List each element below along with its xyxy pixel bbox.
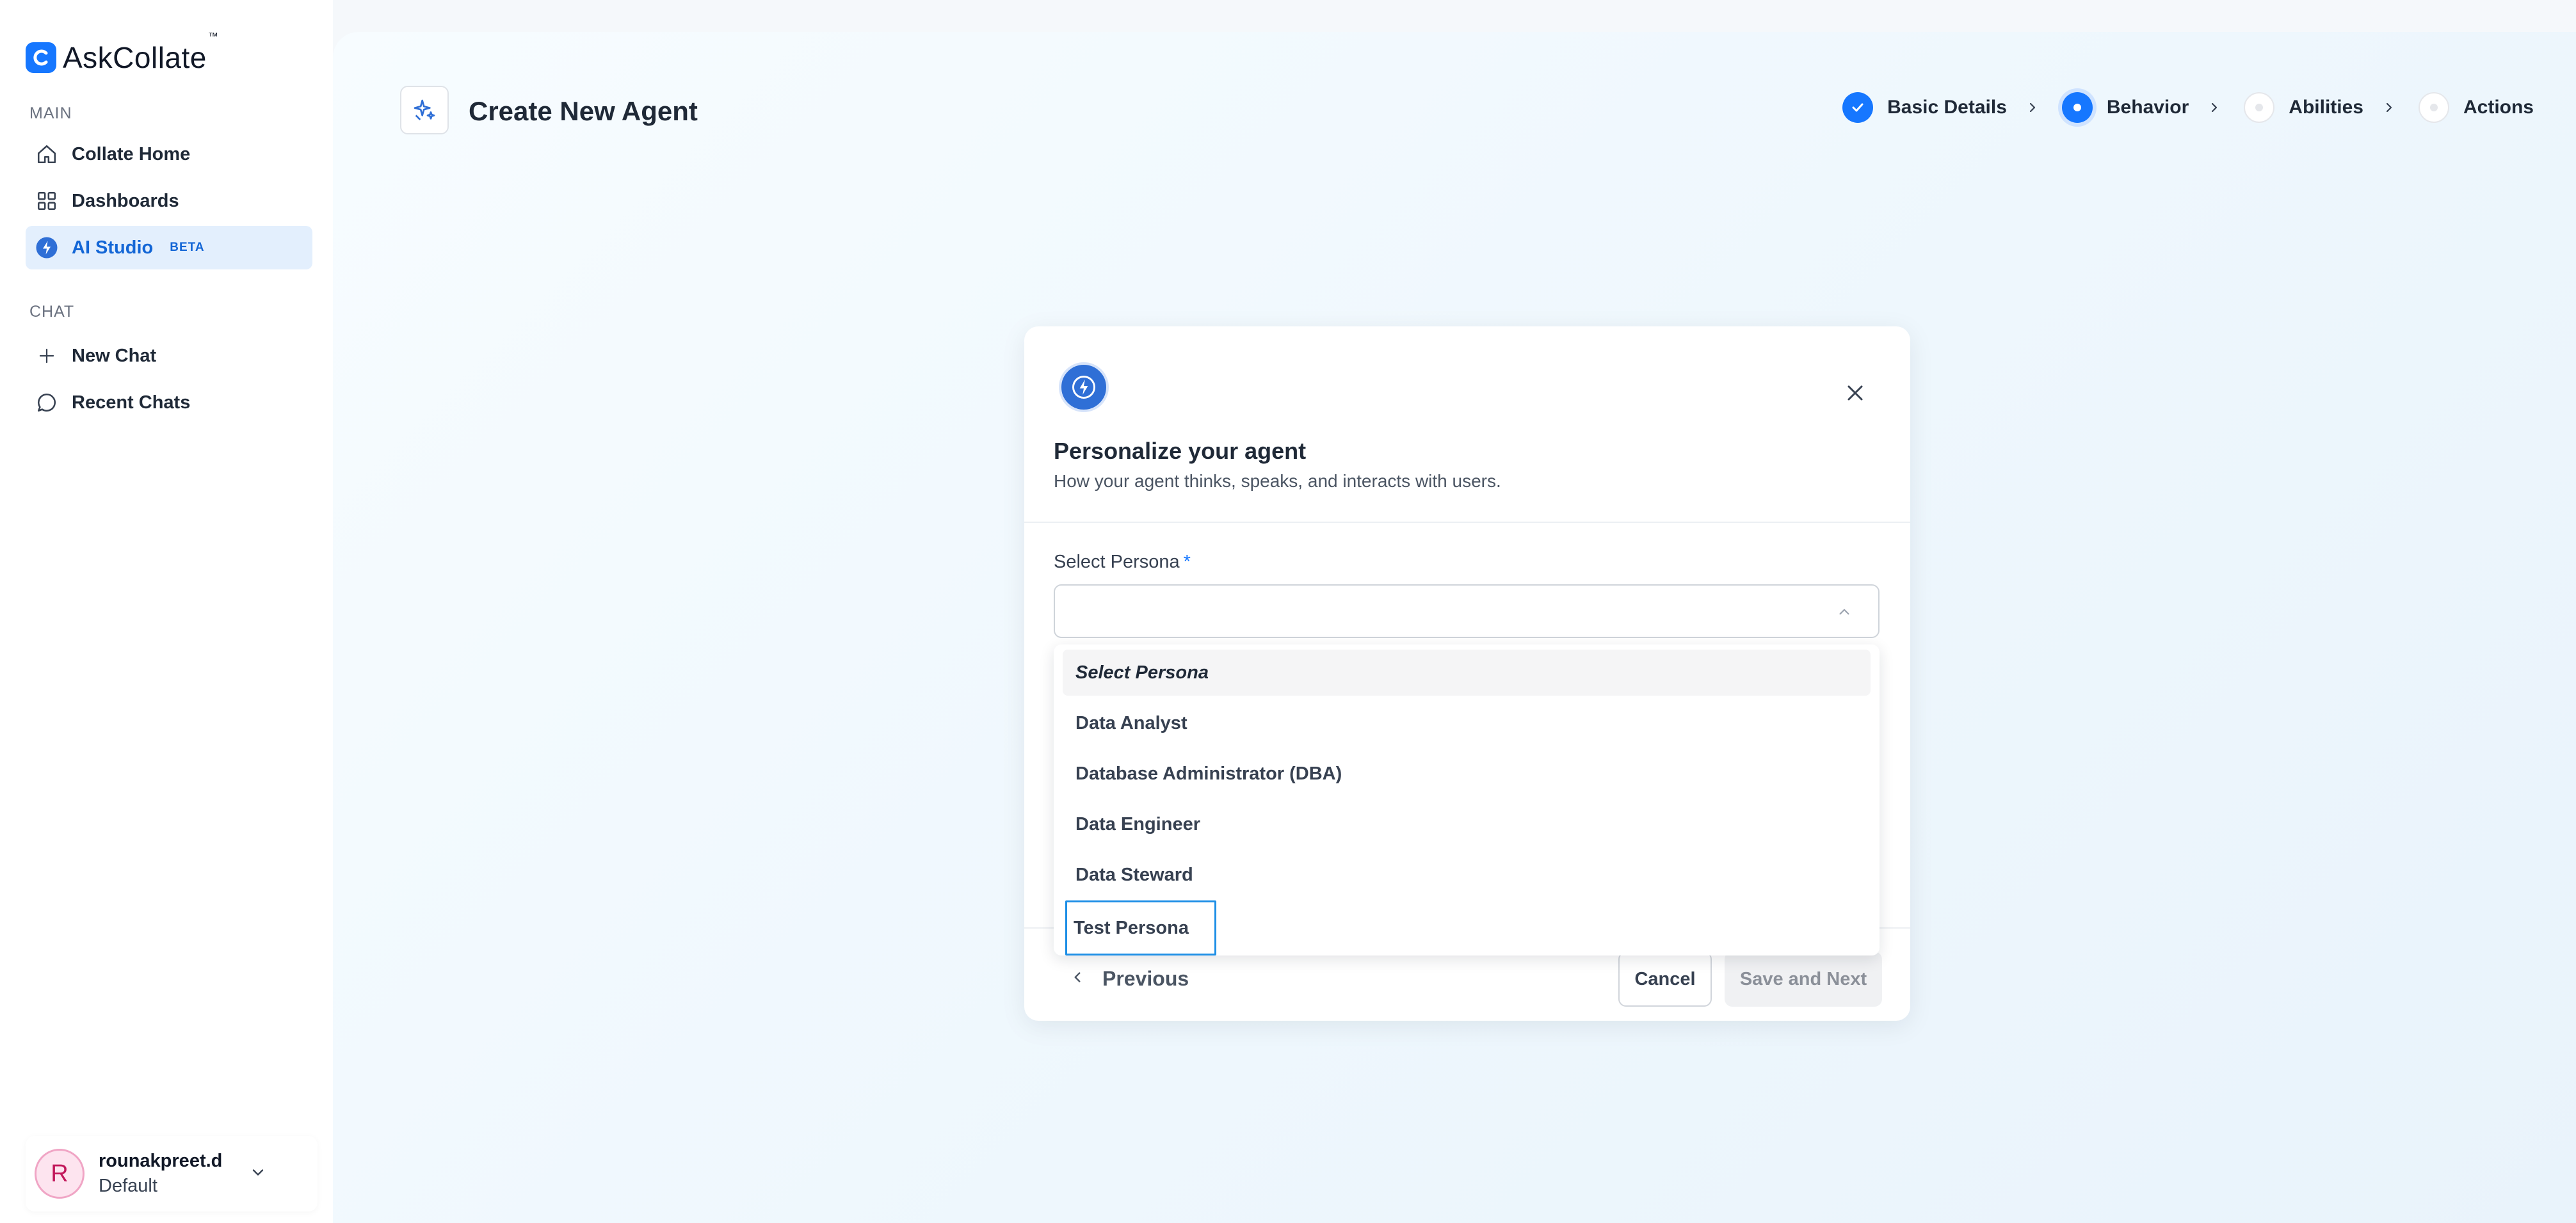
user-details: rounakpreet.d Default <box>99 1151 222 1197</box>
step-label: Actions <box>2463 97 2534 118</box>
personalize-agent-modal: Personalize your agent How your agent th… <box>1024 326 1910 1021</box>
pending-step-icon <box>2244 92 2275 123</box>
sparkle-icon <box>400 86 449 134</box>
chat-section-label: CHAT <box>29 303 75 321</box>
persona-select[interactable] <box>1054 584 1880 638</box>
ai-studio-icon <box>35 236 59 260</box>
sidebar-item-label: AI Studio <box>72 237 154 258</box>
chevron-right-icon <box>2025 100 2040 115</box>
plus-icon <box>35 344 59 368</box>
chat-bubble-icon <box>35 390 59 415</box>
chevron-right-icon <box>2207 100 2222 115</box>
persona-dropdown: Select Persona Data Analyst Database Adm… <box>1054 644 1880 955</box>
step-actions[interactable]: Actions <box>2418 92 2534 123</box>
sidebar-item-new-chat[interactable]: New Chat <box>26 334 312 378</box>
user-role: Default <box>99 1176 157 1196</box>
sidebar-item-label: Dashboards <box>72 190 179 211</box>
brand-name: AskCollate™ <box>63 31 219 74</box>
option-data-analyst[interactable]: Data Analyst <box>1063 700 1871 746</box>
page-title: Create New Agent <box>469 96 698 126</box>
persona-field-label: Select Persona * <box>1054 552 1191 572</box>
brand-logo[interactable]: AskCollate™ <box>26 31 219 76</box>
chevron-right-icon <box>2381 100 2397 115</box>
previous-label: Previous <box>1102 967 1189 990</box>
step-label: Basic Details <box>1887 97 2007 118</box>
step-label: Behavior <box>2106 97 2189 118</box>
user-menu[interactable]: R rounakpreet.d Default <box>26 1136 318 1211</box>
cancel-button[interactable]: Cancel <box>1618 952 1712 1007</box>
option-select-persona[interactable]: Select Persona <box>1063 650 1871 696</box>
option-data-engineer[interactable]: Data Engineer <box>1063 801 1871 847</box>
step-abilities[interactable]: Abilities <box>2244 92 2363 123</box>
beta-badge: BETA <box>170 241 205 254</box>
sidebar-item-ai-studio[interactable]: AI Studio BETA <box>26 226 312 269</box>
chevron-left-icon <box>1069 967 1086 991</box>
option-database-administrator[interactable]: Database Administrator (DBA) <box>1063 751 1871 797</box>
step-behavior[interactable]: Behavior <box>2061 92 2189 123</box>
lightning-bolt-icon <box>1059 362 1109 412</box>
avatar: R <box>35 1149 85 1199</box>
sidebar-item-recent-chats[interactable]: Recent Chats <box>26 381 312 424</box>
previous-button[interactable]: Previous <box>1069 967 1189 991</box>
option-data-steward[interactable]: Data Steward <box>1063 852 1871 898</box>
user-name: rounakpreet.d <box>99 1151 223 1171</box>
modal-subtitle: How your agent thinks, speaks, and inter… <box>1054 471 1501 491</box>
sidebar-item-label: New Chat <box>72 345 157 366</box>
chevron-down-icon[interactable] <box>249 1163 267 1185</box>
close-icon[interactable] <box>1842 380 1868 406</box>
chevron-up-icon <box>1836 604 1853 623</box>
step-label: Abilities <box>2289 97 2363 118</box>
main-section-label: MAIN <box>29 104 72 122</box>
active-step-icon <box>2061 92 2093 123</box>
check-icon <box>1842 92 1874 123</box>
sidebar-item-label: Recent Chats <box>72 392 191 413</box>
pending-step-icon <box>2418 92 2449 123</box>
step-basic-details[interactable]: Basic Details <box>1842 92 2007 123</box>
required-mark: * <box>1183 552 1191 572</box>
home-icon <box>35 142 59 166</box>
sidebar-item-label: Collate Home <box>72 143 191 164</box>
save-and-next-button[interactable]: Save and Next <box>1725 952 1882 1007</box>
divider <box>1024 522 1910 523</box>
grid-icon <box>35 189 59 213</box>
stepper: Basic Details Behavior Abilities Actions <box>1842 92 2534 123</box>
modal-title: Personalize your agent <box>1054 438 1307 464</box>
sidebar: AskCollate™ MAIN Collate Home Dashboards… <box>0 0 333 1223</box>
sidebar-item-dashboards[interactable]: Dashboards <box>26 179 312 223</box>
sidebar-item-collate-home[interactable]: Collate Home <box>26 132 312 176</box>
option-test-persona[interactable]: Test Persona <box>1065 900 1216 955</box>
collate-logo-icon <box>26 42 56 73</box>
